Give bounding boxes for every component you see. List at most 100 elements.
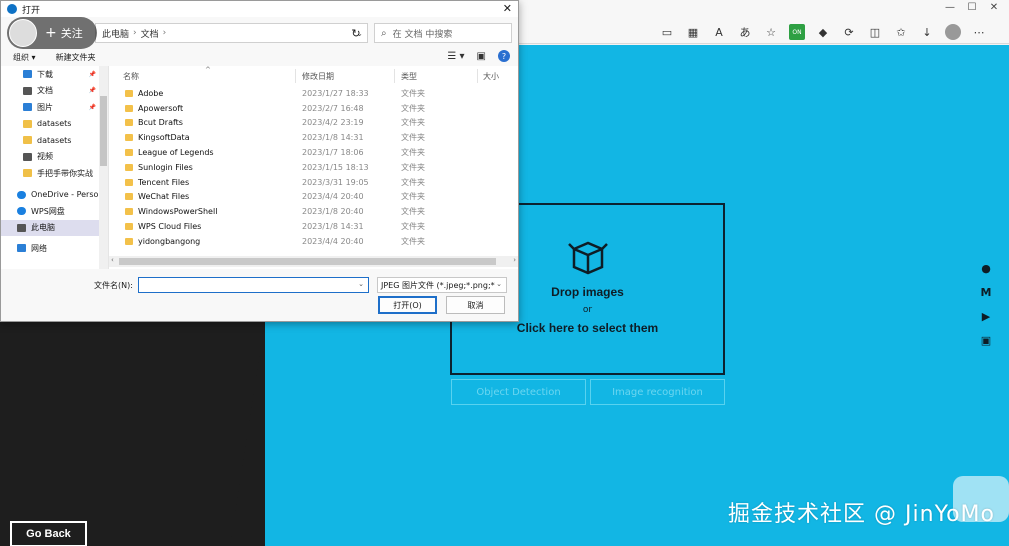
folder-icon — [125, 223, 133, 231]
split-screen-icon[interactable]: ◫ — [867, 24, 883, 40]
nav-item-onedrive[interactable]: OneDrive - Perso — [1, 187, 108, 204]
folder-icon — [23, 169, 32, 178]
horizontal-scrollbar[interactable]: ‹ › — [109, 256, 518, 267]
nav-item-label: 手把手带你实战 — [37, 168, 93, 178]
file-row[interactable]: WindowsPowerShell 2023/1/8 20:40 文件夹 — [109, 204, 518, 219]
qr-icon[interactable]: ▦ — [685, 24, 701, 40]
breadcrumb-documents[interactable]: 文档 — [141, 27, 159, 40]
file-row[interactable]: Tencent Files 2023/3/31 19:05 文件夹 — [109, 175, 518, 190]
file-open-dialog: 打开 ✕ 此电脑 › 文档 › ⌄ ↻ ⌕ 在 文档 中搜索 + 关注 组织 ▾… — [0, 0, 519, 322]
new-folder-button[interactable]: 新建文件夹 — [56, 52, 96, 63]
follow-overlay[interactable]: + 关注 — [7, 17, 97, 49]
nav-item-network[interactable]: 网络 — [1, 240, 108, 257]
column-divider[interactable] — [295, 69, 296, 83]
folder-icon — [125, 149, 133, 157]
file-row[interactable]: Bcut Drafts 2023/4/2 23:19 文件夹 — [109, 116, 518, 131]
image-recognition-button[interactable]: Image recognition — [590, 379, 725, 405]
column-name[interactable]: 名称 — [123, 71, 139, 82]
file-name: Apowersoft — [138, 103, 184, 113]
nav-item-wps-cloud[interactable]: WPS网盘 — [1, 203, 108, 220]
twitch-icon[interactable]: ▣ — [979, 333, 993, 347]
select-images-link[interactable]: Click here to select them — [517, 321, 658, 335]
column-size[interactable]: 大小 — [483, 71, 499, 82]
scroll-left-icon[interactable]: ‹ — [111, 256, 114, 264]
file-name: Sunlogin Files — [138, 162, 193, 172]
file-row[interactable]: yidongbangong 2023/4/4 20:40 文件夹 — [109, 234, 518, 249]
edge-browser-icon — [7, 4, 17, 14]
file-row[interactable]: League of Legends 2023/1/7 18:06 文件夹 — [109, 145, 518, 160]
maximize-button[interactable]: ☐ — [961, 0, 983, 18]
file-row[interactable]: Apowersoft 2023/2/7 16:48 文件夹 — [109, 101, 518, 116]
nav-item-datasets-2[interactable]: datasets — [1, 132, 108, 149]
column-divider[interactable] — [477, 69, 478, 83]
nav-item-this-pc[interactable]: 此电脑 — [1, 219, 108, 236]
chevron-right-icon: › — [162, 28, 167, 38]
file-name: KingsoftData — [138, 133, 190, 143]
browser-toolbar-icons: ▭ ▦ A あ ☆ ON ◆ ⟳ ◫ ✩ ↓ ⋯ — [659, 22, 987, 42]
folder-icon — [125, 89, 133, 97]
read-aloud-icon[interactable]: A — [711, 24, 727, 40]
filename-input[interactable]: ⌄ — [138, 277, 369, 293]
filetype-value: JPEG 图片文件 (*.jpeg;*.png;* — [381, 280, 495, 290]
dialog-close-button[interactable]: ✕ — [503, 2, 512, 15]
minimize-button[interactable]: — — [939, 0, 961, 18]
file-name: WindowsPowerShell — [138, 207, 218, 217]
help-icon[interactable]: ? — [498, 50, 510, 62]
filetype-select[interactable]: JPEG 图片文件 (*.jpeg;*.png;* ⌄ — [377, 277, 507, 293]
open-button[interactable]: 打开(O) — [378, 296, 437, 314]
medium-icon[interactable]: M — [979, 285, 993, 299]
close-window-button[interactable]: ✕ — [983, 0, 1005, 18]
translate-icon[interactable]: あ — [737, 24, 753, 40]
chevron-down-icon[interactable]: ⌄ — [496, 280, 502, 288]
cancel-button[interactable]: 取消 — [446, 296, 505, 314]
file-date: 2023/3/31 19:05 — [302, 177, 369, 187]
drop-or: or — [582, 305, 593, 315]
nav-scrollbar[interactable] — [99, 66, 108, 269]
scroll-right-icon[interactable]: › — [513, 256, 516, 264]
scrollbar-thumb[interactable] — [119, 258, 496, 265]
pin-icon: 📌 — [88, 87, 96, 95]
chevron-down-icon[interactable]: ⌄ — [358, 280, 364, 288]
reading-view-icon[interactable]: ▭ — [659, 24, 675, 40]
extension-on-icon[interactable]: ON — [789, 24, 805, 40]
folder-icon — [23, 136, 32, 145]
extensions-icon[interactable]: ⟳ — [841, 24, 857, 40]
nav-item-downloads[interactable]: 下载 📌 — [1, 66, 108, 83]
favorite-star-icon[interactable]: ☆ — [763, 24, 779, 40]
file-row[interactable]: WPS Cloud Files 2023/1/8 14:31 文件夹 — [109, 219, 518, 234]
file-row[interactable]: WeChat Files 2023/4/4 20:40 文件夹 — [109, 190, 518, 205]
preview-pane-icon[interactable]: ▣ — [477, 51, 486, 62]
refresh-button[interactable]: ↻ — [345, 23, 367, 43]
nav-item-documents[interactable]: 文档 📌 — [1, 83, 108, 100]
box-icon — [567, 241, 608, 275]
github-icon[interactable]: ● — [979, 261, 993, 275]
youtube-icon[interactable]: ▶ — [979, 309, 993, 323]
organize-button[interactable]: 组织 ▾ — [13, 52, 36, 63]
column-type[interactable]: 类型 — [401, 71, 417, 82]
nav-item-tutorial[interactable]: 手把手带你实战 — [1, 165, 108, 182]
nav-item-datasets[interactable]: datasets — [1, 116, 108, 133]
object-detection-button[interactable]: Object Detection — [451, 379, 586, 405]
extension-arrow-icon[interactable]: ◆ — [815, 24, 831, 40]
file-type: 文件夹 — [401, 207, 425, 217]
go-back-button[interactable]: Go Back — [10, 521, 87, 546]
view-menu-icon[interactable]: ☰ ▾ — [447, 51, 464, 62]
search-input[interactable]: ⌕ 在 文档 中搜索 — [374, 23, 512, 43]
address-bar[interactable]: 此电脑 › 文档 › ⌄ — [95, 23, 368, 43]
nav-item-videos[interactable]: 视频 — [1, 149, 108, 166]
file-type: 文件夹 — [401, 177, 425, 187]
favorites-icon[interactable]: ✩ — [893, 24, 909, 40]
file-row[interactable]: Sunlogin Files 2023/1/15 18:13 文件夹 — [109, 160, 518, 175]
more-icon[interactable]: ⋯ — [971, 24, 987, 40]
profile-icon[interactable] — [945, 24, 961, 40]
download-icon[interactable]: ↓ — [919, 24, 935, 40]
nav-item-pictures[interactable]: 图片 📌 — [1, 99, 108, 116]
file-row[interactable]: KingsoftData 2023/1/8 14:31 文件夹 — [109, 130, 518, 145]
column-modified[interactable]: 修改日期 — [302, 71, 334, 82]
column-divider[interactable] — [394, 69, 395, 83]
file-row[interactable]: Adobe 2023/1/27 18:33 文件夹 — [109, 86, 518, 101]
follow-label: 关注 — [60, 27, 83, 40]
scrollbar-thumb[interactable] — [100, 96, 107, 166]
breadcrumb-this-pc[interactable]: 此电脑 — [102, 27, 129, 40]
nav-item-label: 网络 — [31, 243, 47, 253]
